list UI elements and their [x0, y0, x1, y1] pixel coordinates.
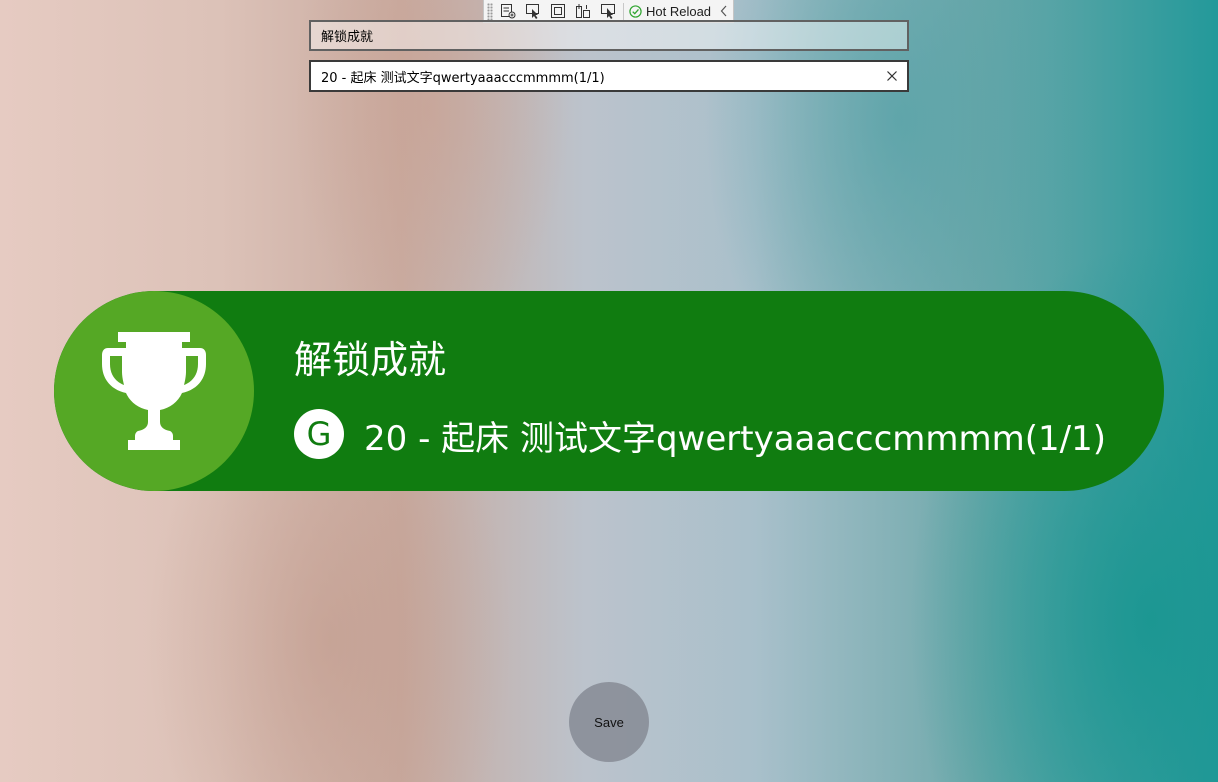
achievement-title-input[interactable]: 解锁成就	[309, 20, 909, 51]
trophy-badge	[54, 291, 254, 491]
track-focus-icon[interactable]	[573, 1, 593, 21]
close-icon	[887, 71, 897, 81]
toast-description: 20 - 起床 测试文字qwertyaaacccmmmm(1/1)	[364, 419, 1107, 459]
display-layout-icon[interactable]	[598, 1, 618, 21]
hot-reload-label: Hot Reload	[646, 3, 712, 19]
hot-reload-button[interactable]: Hot Reload	[629, 4, 711, 19]
achievement-description-value: 20 - 起床 测试文字qwertyaaacccmmmm(1/1)	[321, 70, 605, 86]
achievement-title-value: 解锁成就	[321, 30, 374, 45]
clear-text-button[interactable]	[883, 67, 901, 85]
toolbar-grip[interactable]	[487, 2, 493, 20]
layout-adorner-icon[interactable]	[548, 1, 568, 21]
pointer-select-icon[interactable]	[523, 1, 543, 21]
toolbar-separator	[623, 2, 624, 20]
chevron-left-icon[interactable]	[719, 5, 729, 17]
toast-title: 解锁成就	[294, 338, 447, 382]
gamerscore-letter: G	[306, 415, 332, 453]
save-button[interactable]: Save	[569, 682, 649, 762]
trophy-icon	[102, 332, 206, 450]
gamerscore-icon: G	[294, 409, 344, 459]
achievement-description-input[interactable]: 20 - 起床 测试文字qwertyaaacccmmmm(1/1)	[309, 60, 909, 92]
hot-reload-check-icon	[629, 4, 642, 18]
select-element-icon[interactable]	[498, 1, 518, 21]
achievement-toast: 解锁成就 G 20 - 起床 测试文字qwertyaaacccmmmm(1/1)	[54, 291, 1164, 491]
